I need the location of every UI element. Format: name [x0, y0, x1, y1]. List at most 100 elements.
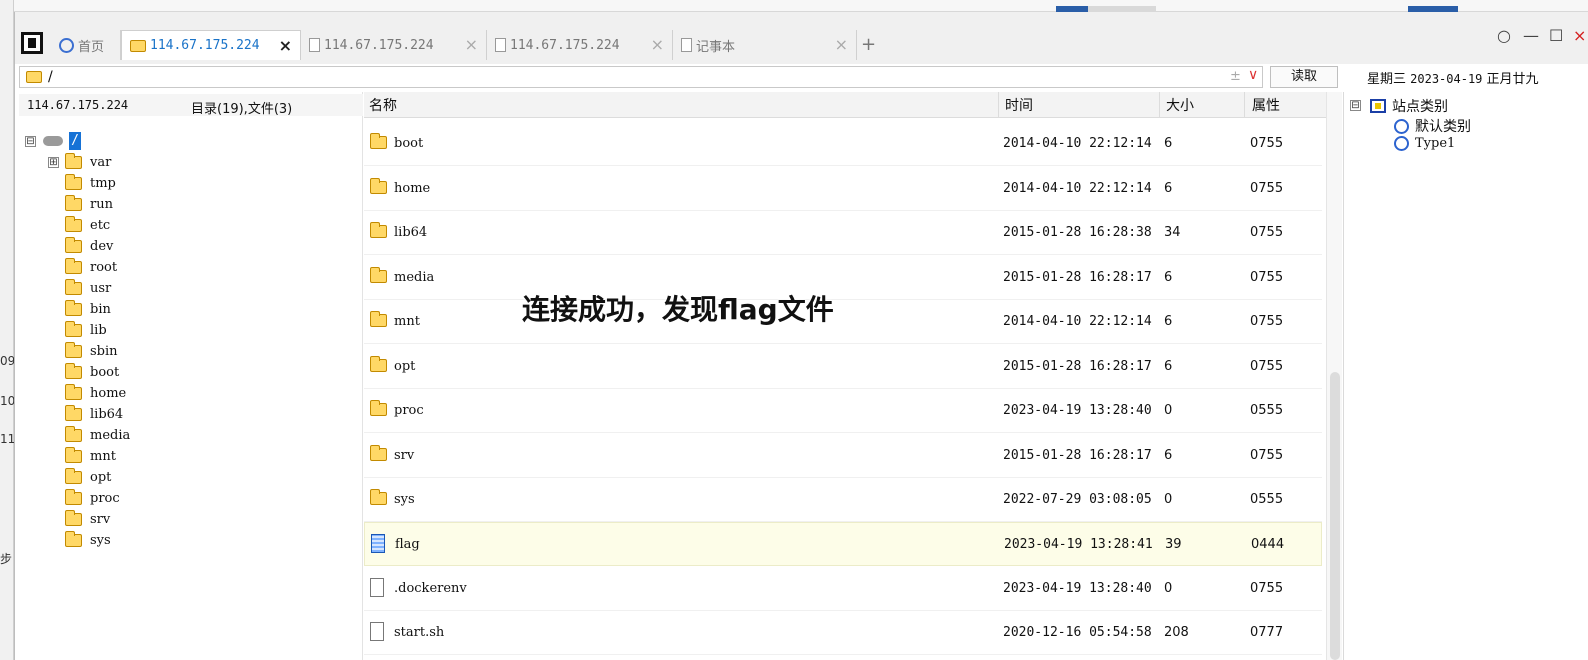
tab-notepad[interactable]: 记事本 ×	[673, 30, 857, 60]
tree-item-usr[interactable]: usr	[64, 278, 111, 298]
tree-item-lib[interactable]: lib	[64, 320, 107, 340]
close-window-icon[interactable]: ×	[1573, 26, 1586, 45]
file-name: .dockerenv	[394, 581, 467, 596]
tree-item-dev[interactable]: dev	[64, 236, 113, 256]
collapse-category-icon[interactable]: ⊟	[1350, 100, 1361, 111]
minimize-icon[interactable]: —	[1523, 26, 1539, 45]
maximize-icon[interactable]: ☐	[1549, 26, 1563, 45]
tab-label: 114.67.175.224	[150, 38, 260, 53]
file-time: 2020-12-16 05:54:58	[1003, 625, 1152, 640]
tab-close-icon[interactable]: ×	[279, 36, 292, 55]
column-header-name[interactable]: 名称	[369, 95, 397, 115]
category-icon	[1394, 118, 1409, 134]
tab-file-manager-active[interactable]: 114.67.175.224 ×	[121, 30, 301, 60]
tree-item-proc[interactable]: proc	[64, 488, 120, 508]
folder-icon	[64, 215, 82, 232]
file-size: 208	[1164, 625, 1189, 640]
file-name: proc	[394, 403, 424, 418]
file-row-flag-selected[interactable]: flag 2023-04-19 13:28:41 39 0444	[364, 522, 1322, 566]
file-row[interactable]: opt 2015-01-28 16:28:17 6 0755	[364, 345, 1322, 389]
date-value: 2023-04-19	[1410, 72, 1483, 86]
column-header-size[interactable]: 大小	[1166, 95, 1194, 115]
tree-item-tmp[interactable]: tmp	[64, 173, 116, 193]
file-size: 6	[1164, 314, 1173, 329]
expand-var-icon[interactable]: ⊞	[48, 157, 59, 168]
tree-header: 114.67.175.224 目录(19),文件(3)	[19, 94, 363, 117]
folder-icon	[64, 278, 82, 295]
tree-item-mnt[interactable]: mnt	[64, 446, 116, 466]
circle-control-icon[interactable]: ○	[1497, 26, 1511, 45]
file-row[interactable]: mnt 2014-04-10 22:12:14 6 0755	[364, 300, 1322, 344]
address-bar[interactable]: / ± ∨	[19, 66, 1263, 88]
tree-item-run[interactable]: run	[64, 194, 113, 214]
tab-remote-2[interactable]: 114.67.175.224 ×	[487, 30, 673, 60]
tree-item-bin[interactable]: bin	[64, 299, 111, 319]
file-row[interactable]: sys 2022-07-29 03:08:05 0 0555	[364, 478, 1322, 522]
tab-home[interactable]: 首页	[51, 30, 121, 60]
file-row[interactable]: media 2015-01-28 16:28:17 6 0755	[364, 256, 1322, 300]
file-row[interactable]: proc 2023-04-19 13:28:40 0 0555	[364, 389, 1322, 433]
file-attr: 0777	[1250, 625, 1284, 640]
tree-item-var[interactable]: var	[64, 152, 111, 172]
tree-item-media[interactable]: media	[64, 425, 130, 445]
file-row[interactable]: .dockerenv 2023-04-19 13:28:40 0 0755	[364, 567, 1322, 611]
date-display: 星期三 2023-04-19 正月廿九	[1367, 68, 1539, 87]
file-row[interactable]: srv 2015-01-28 16:28:17 6 0755	[364, 434, 1322, 478]
file-attr: 0755	[1250, 181, 1284, 196]
category-icon	[1394, 136, 1409, 151]
document-icon	[495, 38, 506, 52]
file-time: 2014-04-10 22:12:14	[1003, 181, 1152, 196]
tree-item-boot[interactable]: boot	[64, 362, 119, 382]
background-fragment: 10	[0, 394, 16, 408]
category-root[interactable]: 站点类别	[1370, 96, 1448, 116]
chevron-down-icon[interactable]: ∨	[1248, 67, 1258, 83]
column-header-attr[interactable]: 属性	[1252, 95, 1280, 115]
folder-icon	[64, 467, 82, 484]
scrollbar-thumb[interactable]	[1330, 372, 1340, 660]
folder-icon	[64, 173, 82, 190]
notepad-icon	[681, 38, 692, 52]
folder-icon	[369, 489, 387, 505]
tree-item-root[interactable]: root	[64, 257, 117, 277]
app-logo-icon[interactable]	[21, 32, 43, 54]
file-row[interactable]: home 2014-04-10 22:12:14 6 0755	[364, 167, 1322, 211]
file-icon	[370, 578, 384, 597]
tree-item-opt[interactable]: opt	[64, 467, 111, 487]
file-row[interactable]: start.sh 2020-12-16 05:54:58 208 0777	[364, 611, 1322, 655]
collapse-root-icon[interactable]: ⊟	[25, 136, 36, 147]
tab-close-icon[interactable]: ×	[651, 35, 664, 54]
file-time: 2014-04-10 22:12:14	[1003, 314, 1152, 329]
plus-minus-icon[interactable]: ±	[1230, 69, 1241, 84]
read-button[interactable]: 读取	[1270, 66, 1338, 88]
tree-root-selected[interactable]: /	[69, 132, 81, 150]
add-tab-button[interactable]: +	[861, 34, 876, 55]
file-row[interactable]: lib64 2015-01-28 16:28:38 34 0755	[364, 211, 1322, 255]
tab-close-icon[interactable]: ×	[465, 35, 478, 54]
tab-remote-1[interactable]: 114.67.175.224 ×	[301, 30, 487, 60]
window-controls: ○ — ☐ ×	[1489, 26, 1588, 48]
file-row[interactable]: boot 2014-04-10 22:12:14 6 0755	[364, 122, 1322, 166]
tab-label: 首页	[78, 39, 105, 55]
weekday: 星期三	[1367, 72, 1407, 87]
tree-item-sys[interactable]: sys	[64, 530, 111, 550]
category-item-type1[interactable]: Type1	[1394, 136, 1455, 151]
file-attr: 0755	[1250, 314, 1284, 329]
folder-icon	[64, 257, 82, 274]
annotation-text: 连接成功，发现flag文件	[522, 293, 834, 326]
category-root-icon	[1370, 99, 1386, 113]
category-item-default[interactable]: 默认类别	[1394, 116, 1471, 136]
tree-item-sbin[interactable]: sbin	[64, 341, 118, 361]
vertical-scrollbar[interactable]	[1326, 92, 1342, 660]
file-time: 2023-04-19 13:28:41	[1004, 537, 1153, 552]
tree-item-home[interactable]: home	[64, 383, 126, 403]
file-attr: 0755	[1250, 448, 1284, 463]
tab-close-icon[interactable]: ×	[835, 35, 848, 54]
tree-item-lib64[interactable]: lib64	[64, 404, 123, 424]
tree-item-srv[interactable]: srv	[64, 509, 110, 529]
column-header-time[interactable]: 时间	[1005, 95, 1033, 115]
folder-icon	[64, 236, 82, 253]
folder-icon	[64, 425, 82, 442]
file-attr: 0555	[1250, 492, 1284, 507]
tree-item-etc[interactable]: etc	[64, 215, 110, 235]
tree-host: 114.67.175.224	[27, 98, 129, 112]
